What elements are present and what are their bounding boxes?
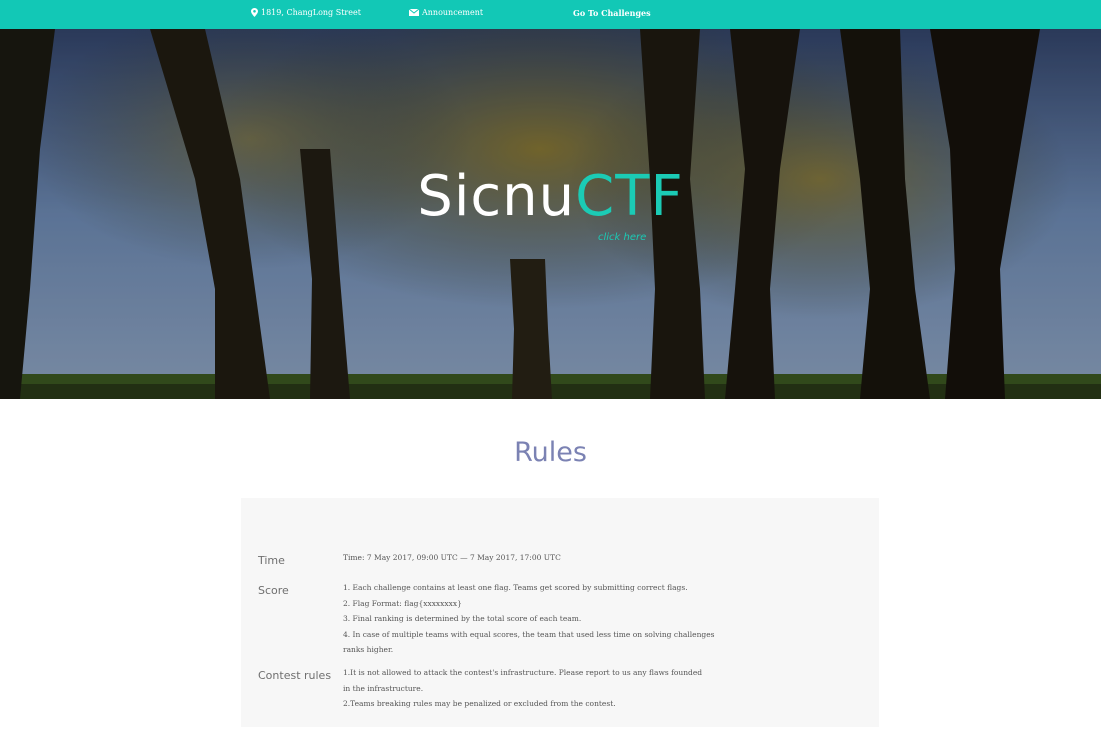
site-logo[interactable]: SicnuCTF xyxy=(0,169,1101,225)
announcement-text: Announcement xyxy=(422,8,484,17)
top-navbar: 1819, ChangLong Street Announcement Go T… xyxy=(0,0,1101,29)
contest-line: 1.It is not allowed to attack the contes… xyxy=(343,668,703,677)
contest-rules-content: 1.It is not allowed to attack the contes… xyxy=(343,665,763,712)
rules-panel: Time Time: 7 May 2017, 09:00 UTC — 7 May… xyxy=(241,498,879,727)
score-line: 1. Each challenge contains at least one … xyxy=(343,583,688,592)
announcement-link[interactable]: Announcement xyxy=(409,8,483,17)
score-line: 3. Final ranking is determined by the to… xyxy=(343,614,582,623)
logo-sicnu-text: Sicnu xyxy=(417,164,576,229)
score-content: 1. Each challenge contains at least one … xyxy=(343,580,763,658)
score-label: Score xyxy=(258,584,289,597)
go-to-challenges-link[interactable]: Go To Challenges xyxy=(573,8,651,18)
time-text: Time: 7 May 2017, 09:00 UTC — 7 May 2017… xyxy=(343,553,561,562)
map-pin-icon xyxy=(251,8,258,17)
logo-ctf-text: CTF xyxy=(575,164,684,229)
contest-rules-label: Contest rules xyxy=(258,669,332,682)
contest-line: 2.Teams breaking rules may be penalized … xyxy=(343,699,616,708)
score-line: ranks higher. xyxy=(343,645,394,654)
score-line: 2. Flag Format: flag{xxxxxxxx} xyxy=(343,598,462,608)
hero-banner: SicnuCTF click here xyxy=(0,29,1101,399)
envelope-icon xyxy=(409,9,419,16)
address-text: 1819, ChangLong Street xyxy=(261,8,361,17)
address-link[interactable]: 1819, ChangLong Street xyxy=(251,8,361,17)
click-here-link[interactable]: click here xyxy=(598,232,646,243)
contest-line: in the infrastructure. xyxy=(343,683,424,693)
time-label: Time xyxy=(258,554,285,567)
score-line: 4. In case of multiple teams with equal … xyxy=(343,629,715,639)
time-content: Time: 7 May 2017, 09:00 UTC — 7 May 2017… xyxy=(343,550,763,566)
challenges-text: Go To Challenges xyxy=(573,8,651,18)
rules-heading: Rules xyxy=(514,437,587,468)
